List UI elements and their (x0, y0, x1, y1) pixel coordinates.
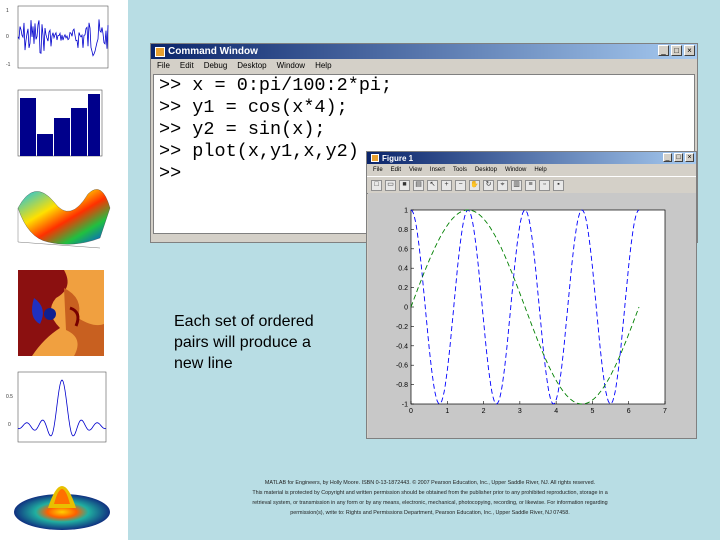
footer-line: MATLAB for Engineers, by Holly Moore. IS… (264, 480, 596, 486)
surface-plot-thumbnail (4, 168, 122, 254)
minimize-button[interactable]: _ (663, 153, 672, 162)
x-tick-label: 0 (409, 408, 413, 415)
colorbar-icon[interactable]: ▥ (511, 179, 522, 191)
datacursor-icon[interactable]: ⌖ (497, 179, 508, 191)
y-tick-label: -0.2 (396, 324, 408, 331)
sinc-line-plot-thumbnail: 0.5 0 (4, 368, 122, 452)
command-window-menubar: File Edit Debug Desktop Window Help (151, 59, 697, 72)
save-icon[interactable]: ■ (399, 179, 410, 191)
x-tick-label: 3 (518, 408, 522, 415)
command-line: >> x = 0:pi/100:2*pi; (159, 75, 393, 96)
footer-line: permission(s), write to: Rights and Perm… (290, 510, 570, 516)
plot-area[interactable]: 0 1 2 3 4 5 6 7 1 0.8 0.6 0.4 0.2 0 -0.2 -0.4 -0.6 -0.8 -1 (368, 193, 696, 438)
close-button[interactable]: × (684, 45, 695, 56)
legend-icon[interactable]: ≡ (525, 179, 536, 191)
pan-icon[interactable]: ✋ (469, 179, 480, 191)
fractal-image-graphic (18, 270, 104, 356)
y-tick-label: 0.2 (398, 285, 408, 292)
thumbnail-sidebar: 1 0 -1 0.5 0 (0, 0, 128, 540)
open-icon[interactable]: ▭ (385, 179, 396, 191)
x-tick-label: 4 (554, 408, 558, 415)
sinc-line-plot-graphic: 0.5 0 (6, 371, 107, 443)
surface-plot-graphic (17, 189, 111, 249)
y-tick-label: 0.6 (398, 246, 408, 253)
y-tick-label: 0.4 (398, 266, 408, 273)
hide-icon[interactable]: ▫ (539, 179, 550, 191)
y-tick-label: -0.6 (396, 363, 408, 370)
arrow-icon[interactable]: ↖ (427, 179, 438, 191)
fig-menu-file[interactable]: File (373, 167, 383, 173)
x-tick-label: 2 (482, 408, 486, 415)
command-line: >> y1 = cos(x*4); (159, 97, 348, 118)
show-icon[interactable]: ▪ (553, 179, 564, 191)
print-icon[interactable]: ▤ (413, 179, 424, 191)
svg-text:-1: -1 (6, 62, 11, 68)
x-tick-label: 7 (663, 408, 667, 415)
fig-menu-insert[interactable]: Insert (430, 167, 445, 173)
new-icon[interactable]: □ (371, 179, 382, 191)
menu-edit[interactable]: Edit (180, 61, 194, 70)
figure-toolbar: □ ▭ ■ ▤ ↖ + − ✋ ↻ ⌖ ▥ ≡ ▫ ▪ (367, 176, 696, 194)
fig-menu-view[interactable]: View (409, 167, 422, 173)
minimize-button[interactable]: _ (658, 45, 669, 56)
rotate-icon[interactable]: ↻ (483, 179, 494, 191)
footer-line: retrieval system, or transmission in any… (252, 500, 608, 506)
menu-file[interactable]: File (157, 61, 170, 70)
y-tick-label: -1 (402, 402, 408, 409)
command-line: >> y2 = sin(x); (159, 119, 326, 140)
figure-menubar: File Edit View Insert Tools Desktop Wind… (367, 164, 696, 176)
x-tick-label: 1 (445, 408, 449, 415)
menu-help[interactable]: Help (315, 61, 331, 70)
svg-text:0.5: 0.5 (6, 394, 13, 400)
y-tick-label: -0.8 (396, 382, 408, 389)
x-tick-label: 5 (590, 408, 594, 415)
3d-surface-peak-graphic (14, 486, 110, 530)
zoom-out-icon[interactable]: − (455, 179, 466, 191)
slide-caption: Each set of ordered pairs will produce a… (174, 313, 314, 372)
figure-icon (371, 154, 379, 162)
svg-text:0: 0 (8, 422, 11, 428)
zoom-in-icon[interactable]: + (441, 179, 452, 191)
y-tick-label: -0.4 (396, 343, 408, 350)
maximize-button[interactable]: □ (674, 153, 683, 162)
fig-menu-window[interactable]: Window (505, 167, 526, 173)
menu-window[interactable]: Window (277, 61, 305, 70)
close-button[interactable]: × (685, 153, 694, 162)
y-tick-label: 1 (404, 208, 408, 215)
x-tick-label: 6 (627, 408, 631, 415)
command-window-titlebar[interactable]: Command Window _ □ × (151, 44, 697, 59)
maximize-button[interactable]: □ (671, 45, 682, 56)
bar-histogram-thumbnail (4, 84, 122, 164)
fractal-image-thumbnail (4, 268, 122, 360)
bar-histogram-graphic (17, 89, 103, 157)
fig-menu-desktop[interactable]: Desktop (475, 167, 497, 173)
line-chart[interactable]: 0 1 2 3 4 5 6 7 1 0.8 0.6 0.4 0.2 0 -0.2 -0.4 -0.6 -0.8 -1 (368, 193, 696, 438)
svg-text:0: 0 (6, 34, 9, 40)
y-tick-label: 0 (404, 305, 408, 312)
y-tick-label: 0.8 (398, 227, 408, 234)
fig-menu-help[interactable]: Help (534, 167, 546, 173)
plot-axes-box (410, 209, 666, 405)
figure-window-title: Figure 1 (382, 153, 414, 163)
fig-menu-tools[interactable]: Tools (453, 167, 467, 173)
signal-plot-thumbnail: 1 0 -1 (4, 2, 122, 80)
menu-debug[interactable]: Debug (204, 61, 228, 70)
menu-desktop[interactable]: Desktop (237, 61, 266, 70)
matlab-icon (155, 46, 165, 57)
footer-line: This material is protected by Copyright … (252, 490, 608, 496)
figure-window-titlebar[interactable]: Figure 1 _ □ × (367, 152, 696, 164)
svg-text:1: 1 (6, 8, 9, 14)
figure-window[interactable]: Figure 1 _ □ × File Edit View Insert Too… (366, 151, 697, 439)
signal-plot-graphic: 1 0 -1 (6, 5, 109, 69)
copyright-footer: MATLAB for Engineers, by Holly Moore. IS… (170, 478, 690, 518)
3d-surface-peak-thumbnail (4, 460, 122, 538)
command-window-title: Command Window (168, 46, 258, 57)
fig-menu-edit[interactable]: Edit (391, 167, 401, 173)
